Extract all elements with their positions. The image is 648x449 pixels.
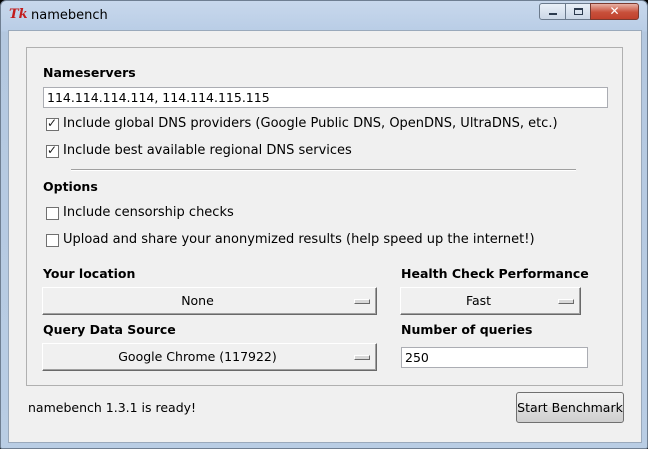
health-check-heading: Health Check Performance bbox=[401, 266, 589, 281]
include-regional-label[interactable]: Include best available regional DNS serv… bbox=[63, 143, 352, 158]
minimize-button[interactable] bbox=[539, 3, 566, 20]
tk-feather-icon: Tk bbox=[9, 7, 28, 22]
status-text: namebench 1.3.1 is ready! bbox=[28, 400, 197, 415]
include-global-label[interactable]: Include global DNS providers (Google Pub… bbox=[63, 116, 558, 131]
health-check-value: Fast bbox=[465, 293, 492, 308]
location-dropdown[interactable]: None bbox=[42, 287, 377, 315]
query-source-heading: Query Data Source bbox=[43, 322, 176, 337]
app-window: Tk namebench ✕ Nameservers 114.114.114.1… bbox=[0, 0, 648, 449]
title-bar[interactable]: Tk namebench ✕ bbox=[1, 1, 647, 30]
dropdown-indicator-icon bbox=[558, 299, 574, 304]
num-queries-heading: Number of queries bbox=[401, 322, 533, 337]
dropdown-indicator-icon bbox=[354, 355, 370, 360]
nameservers-heading: Nameservers bbox=[43, 65, 136, 80]
upload-results-checkbox[interactable] bbox=[46, 234, 59, 247]
query-source-value: Google Chrome (117922) bbox=[118, 349, 277, 364]
location-heading: Your location bbox=[43, 266, 136, 281]
censorship-label[interactable]: Include censorship checks bbox=[63, 205, 234, 220]
location-value: None bbox=[181, 293, 214, 308]
num-queries-input[interactable]: 250 bbox=[401, 347, 588, 368]
include-regional-checkbox[interactable] bbox=[46, 143, 59, 158]
options-heading: Options bbox=[43, 179, 98, 194]
close-icon: ✕ bbox=[609, 4, 620, 18]
health-check-dropdown[interactable]: Fast bbox=[400, 287, 581, 315]
close-button[interactable]: ✕ bbox=[590, 3, 639, 20]
settings-group: Nameservers 114.114.114.114, 114.114.115… bbox=[26, 47, 623, 386]
censorship-checkbox[interactable] bbox=[46, 207, 59, 220]
dropdown-indicator-icon bbox=[354, 299, 370, 304]
window-title: namebench bbox=[31, 8, 108, 23]
start-benchmark-button[interactable]: Start Benchmark bbox=[516, 392, 624, 423]
include-global-checkbox[interactable] bbox=[46, 116, 59, 131]
maximize-button[interactable] bbox=[565, 3, 591, 20]
upload-results-label[interactable]: Upload and share your anonymized results… bbox=[63, 232, 535, 247]
separator bbox=[71, 169, 576, 171]
nameservers-input[interactable]: 114.114.114.114, 114.114.115.115 bbox=[43, 87, 608, 108]
query-source-dropdown[interactable]: Google Chrome (117922) bbox=[42, 343, 377, 371]
main-panel: Nameservers 114.114.114.114, 114.114.115… bbox=[8, 30, 642, 443]
